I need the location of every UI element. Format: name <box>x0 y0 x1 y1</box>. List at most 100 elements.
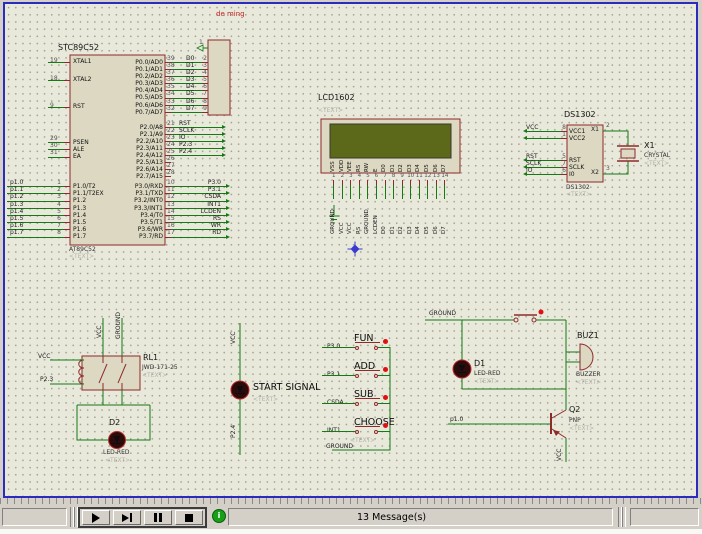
stop-button[interactable] <box>175 510 203 525</box>
net-label: CSDA <box>204 193 221 200</box>
pin-number: 14 <box>441 172 448 180</box>
pin-row[interactable]: IO 6 <box>522 171 567 178</box>
pause-icon <box>154 513 163 522</box>
pin-name: D0 <box>382 148 388 172</box>
net-label: D4 <box>416 200 422 234</box>
relay-value: JWD-171-25 <box>142 365 178 371</box>
relay-coil-top-net: VCC <box>38 354 50 360</box>
simulation-toolbar <box>78 507 207 528</box>
pin-row[interactable]: VCC 8 <box>522 128 567 135</box>
pin-row[interactable]: 17 RD <box>165 233 231 240</box>
transistor-q2-symbol[interactable] <box>551 410 566 438</box>
pin-number: 17 <box>167 229 175 236</box>
pin-name: P2.1/A9 <box>72 131 163 138</box>
button-terminal-icon <box>355 374 359 378</box>
pin-number: 2 <box>341 172 345 180</box>
schematic-canvas[interactable]: STC89C52 AT89C52 <TEXT> 19 18 9 <box>3 2 698 498</box>
pin-stub <box>561 174 567 175</box>
play-button[interactable] <box>82 510 110 525</box>
rtc-x2-pin-number: 3 <box>606 166 610 172</box>
push-button[interactable]: SUB CSDA <box>318 389 390 417</box>
pin-stub <box>165 176 171 177</box>
wire <box>48 62 64 63</box>
lcd-pin-column[interactable]: D2 9 D2 <box>398 148 407 234</box>
pin-number: 6 <box>562 167 566 174</box>
terminal-arrow-icon <box>226 220 230 224</box>
pause-button[interactable] <box>144 510 172 525</box>
pin-number: 10 <box>167 179 175 186</box>
message-info-icon[interactable] <box>212 509 226 523</box>
message-count: 13 Message(s) <box>357 512 426 523</box>
connector-pin-number: 4 <box>203 69 207 76</box>
pin-name: P0.1/AD1 <box>72 66 163 73</box>
pin-number: 22 <box>167 127 175 134</box>
pin-name: D5 <box>425 148 431 172</box>
wire <box>48 107 64 108</box>
net-label: D1 <box>391 200 397 234</box>
led-d2-symbol[interactable] <box>109 432 126 449</box>
buzzer-symbol[interactable] <box>580 344 593 370</box>
pin-row[interactable]: 31 <box>44 153 70 160</box>
lcd-pin-column[interactable]: D1 8 D1 <box>389 148 398 234</box>
lcd-pin-column[interactable]: RW 5 GROUND <box>364 148 373 234</box>
lcd-pin-column[interactable]: D4 11 D4 <box>415 148 424 234</box>
terminal-arrow-icon <box>222 125 226 129</box>
crystal-value: CRYSTAL <box>644 153 670 159</box>
led-start-symbol[interactable] <box>231 381 249 399</box>
start-signal-label: START SIGNAL <box>253 383 320 393</box>
net-label: VCC <box>340 200 346 234</box>
pin-number: 2 <box>57 186 61 193</box>
net-label: p1.5 <box>10 215 23 222</box>
message-panel[interactable]: 13 Message(s) <box>228 508 613 526</box>
led-d1-symbol[interactable] <box>453 360 471 378</box>
pin-name: P3.2/INT0 <box>72 197 163 204</box>
pin-row[interactable]: p1.7 8 <box>5 233 70 240</box>
net-label: p1.0 <box>10 179 23 186</box>
alarm-wires[interactable] <box>425 320 580 462</box>
lcd-pin-column[interactable]: D7 14 D7 <box>441 148 450 234</box>
pin-name: P3.0/RXD <box>72 183 163 190</box>
pin-number: 4 <box>358 172 362 180</box>
lcd-pin-column[interactable]: E 6 LCDEN <box>372 148 381 234</box>
button-contact-icon <box>355 398 380 400</box>
pin-name: P3.7/RD <box>72 233 163 240</box>
transistor-text-placeholder: <TEXT> <box>569 426 594 432</box>
pin-stub <box>64 186 70 187</box>
led-d1-ref: D1 <box>474 360 485 368</box>
pin-number: 1 <box>332 172 336 180</box>
pin-name: P2.3/A11 <box>72 145 163 152</box>
lcd-pin-column[interactable]: D5 12 D5 <box>424 148 433 234</box>
connector-pin-number: 9 <box>203 105 207 112</box>
lcd-pin-column[interactable]: D0 7 D0 <box>381 148 390 234</box>
button-indicator-icon <box>383 423 388 428</box>
pin-row[interactable]: 18 <box>44 75 70 93</box>
pin-number: 15 <box>167 215 175 222</box>
pin-row[interactable]: 32 D7 9 <box>165 109 208 116</box>
pin-number: 9 <box>400 172 404 180</box>
pin-row[interactable]: 19 <box>44 57 70 75</box>
terminal-arrow-icon <box>523 129 527 133</box>
net-label: LCDEN <box>201 208 221 215</box>
connector-pin-number: 2 <box>203 55 207 62</box>
push-button[interactable]: ADD P3.1 <box>318 361 390 389</box>
net-label: D6 <box>186 98 194 105</box>
wire <box>333 185 334 199</box>
lcd-pin-column[interactable]: VSS 1 GROUND <box>330 148 339 234</box>
pin-number: 29 <box>50 135 58 142</box>
lcd-pin-column[interactable]: VEE 3 VCC <box>347 148 356 234</box>
transistor-value: PNP <box>569 418 581 424</box>
lcd-pin-column[interactable]: D3 10 D3 <box>406 148 415 234</box>
push-button[interactable]: FUN P3.0 <box>318 333 390 361</box>
pin-row[interactable]: 9 <box>44 102 70 120</box>
lcd-pin-column[interactable]: VDD 2 VCC <box>338 148 347 234</box>
pin-row[interactable]: 1 <box>522 135 567 142</box>
pin-stub <box>64 237 70 238</box>
mcu-p1-pin-rows: p1.0 1 p1.1 2 p1.2 3 p1.3 <box>5 183 70 241</box>
net-label: WR <box>211 222 221 229</box>
step-button[interactable] <box>113 510 141 525</box>
lcd-pin-column[interactable]: RS 4 RS <box>355 148 364 234</box>
lcd-pin-column[interactable]: D6 13 D6 <box>432 148 441 234</box>
rtc-text-placeholder: <TEXT> <box>566 192 591 198</box>
pin-number: 12 <box>167 193 175 200</box>
relay-symbol[interactable] <box>79 356 140 390</box>
